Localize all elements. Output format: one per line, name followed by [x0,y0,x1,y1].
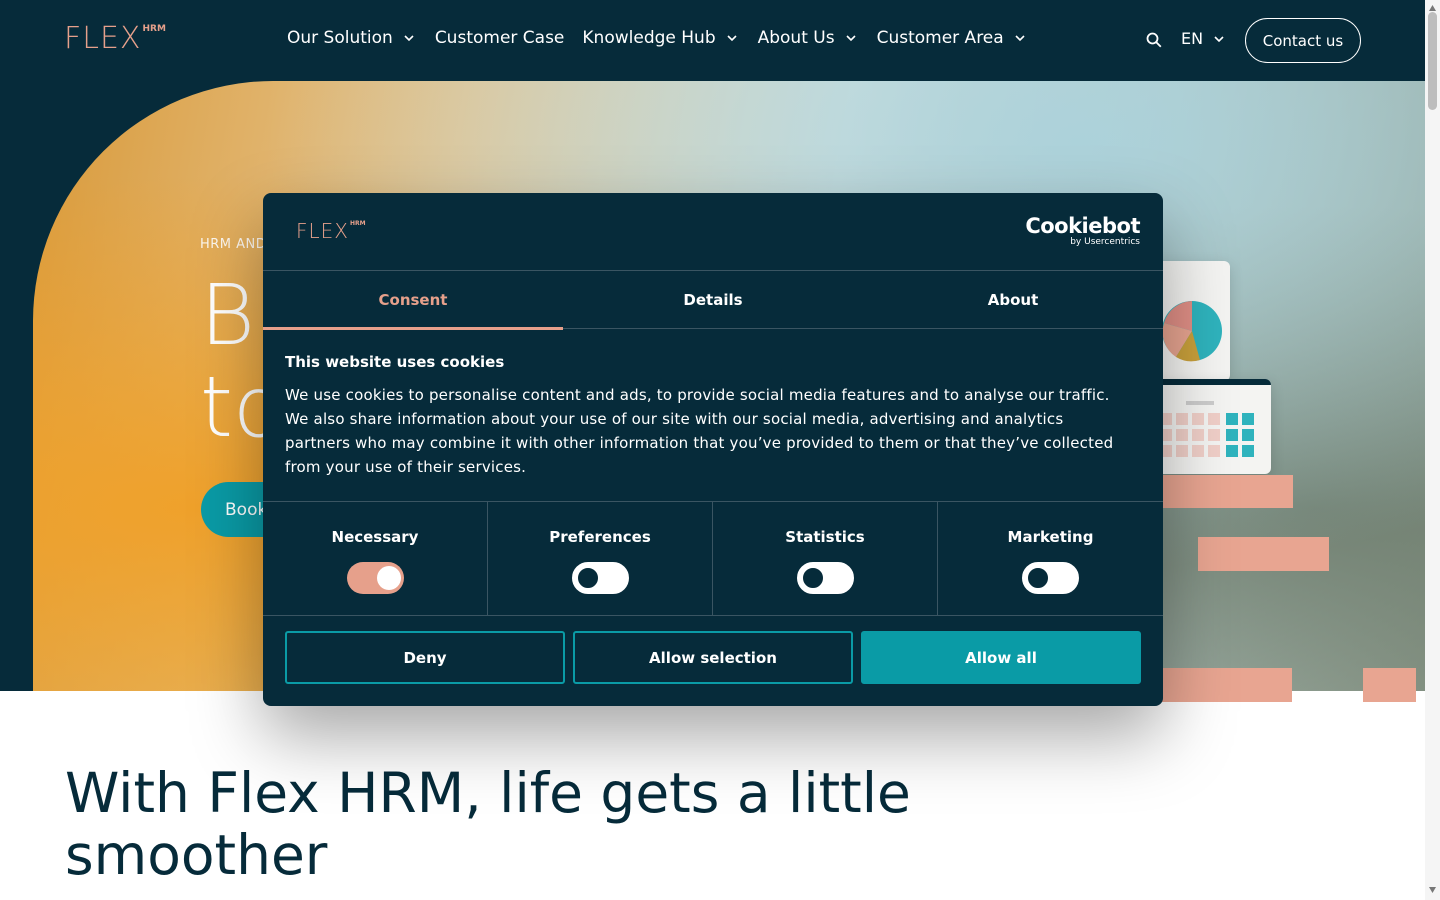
cookie-dialog-text: We use cookies to personalise content an… [285,386,1114,476]
nav-item-label: Customer Case [434,28,565,48]
cookie-consent-dialog: FLEX HRM Cookiebot by Usercentrics Conse… [263,193,1163,706]
nav-item-about-us[interactable]: About Us [758,28,859,48]
chevron-down-icon [727,35,737,42]
logo-superscript: HRM [142,24,166,34]
cookie-category-toggles: Necessary Preferences Statistics Marketi… [263,501,1163,616]
nav-item-label: Knowledge Hub [582,28,716,48]
nav-item-label: Our Solution [287,28,393,48]
cookiebot-subline: by Usercentrics [1070,237,1140,247]
category-necessary: Necessary [263,502,488,615]
toggle-knob [1026,566,1050,590]
nav-item-customer-area[interactable]: Customer Area [877,28,1028,48]
page-headline: With Flex HRM, life gets a little smooth… [65,761,911,887]
decorative-bar [1160,475,1293,508]
language-label: EN [1181,29,1204,48]
main-nav: Our Solution Customer Case Knowledge Hub… [287,28,1046,48]
category-label: Statistics [785,528,865,546]
cookiebot-wordmark: Cookiebot [1025,214,1140,238]
decorative-bar [1363,668,1416,702]
chevron-down-icon [1214,35,1224,42]
cookie-dialog-body: This website uses cookies We use cookies… [285,353,1115,479]
search-icon[interactable] [1145,31,1163,49]
allow-all-button[interactable]: Allow all [861,631,1141,684]
tab-details[interactable]: Details [563,271,863,329]
preferences-toggle[interactable] [571,562,629,594]
tab-about[interactable]: About [863,271,1163,329]
calendar-grid-illustration [1160,401,1254,457]
nav-item-customer-case[interactable]: Customer Case [435,28,565,48]
decorative-bar [1198,537,1329,571]
allow-selection-button[interactable]: Allow selection [573,631,853,684]
statistics-toggle[interactable] [796,562,854,594]
toggle-knob [800,566,825,590]
contact-us-button[interactable]: Contact us [1245,18,1361,63]
logo-text: FLEX [296,219,349,243]
scroll-down-arrow-icon[interactable] [1428,886,1437,894]
nav-item-knowledge-hub[interactable]: Knowledge Hub [582,28,739,48]
cookiebot-logo[interactable]: Cookiebot by Usercentrics [1025,215,1140,248]
toggle-knob [575,566,600,590]
nav-item-our-solution[interactable]: Our Solution [287,28,417,48]
category-preferences: Preferences [488,502,713,615]
chevron-down-icon [1015,35,1025,42]
flex-hrm-logo[interactable]: FLEX HRM [64,24,166,54]
category-label: Necessary [331,528,419,546]
logo-superscript: HRM [349,220,366,227]
deny-button[interactable]: Deny [285,631,565,684]
toggle-knob [376,566,401,590]
chevron-down-icon [404,35,414,42]
nav-item-label: Customer Area [876,28,1004,48]
scrollbar-thumb[interactable] [1428,12,1437,110]
cookie-dialog-header: FLEX HRM Cookiebot by Usercentrics [263,193,1163,271]
device-calendar-card [1150,379,1271,474]
tab-consent[interactable]: Consent [263,271,563,330]
hero-eyebrow: HRM AND [200,237,267,252]
language-selector[interactable]: EN [1181,29,1227,48]
decorative-bar [1160,668,1292,702]
category-label: Marketing [1007,528,1094,546]
category-marketing: Marketing [938,502,1163,615]
necessary-toggle[interactable] [346,562,404,594]
cookie-dialog-title: This website uses cookies [285,353,505,371]
page-scrollbar[interactable] [1425,0,1440,900]
scroll-up-arrow-icon[interactable] [1428,4,1437,12]
logo-text: FLEX [64,21,142,56]
nav-item-label: About Us [757,28,835,48]
cookie-dialog-actions: Deny Allow selection Allow all [285,631,1141,684]
category-statistics: Statistics [713,502,938,615]
chevron-down-icon [846,35,856,42]
top-navigation: FLEX HRM Our Solution Customer Case Know… [0,0,1425,81]
category-label: Preferences [549,528,651,546]
marketing-toggle[interactable] [1022,562,1079,594]
cookie-dialog-tabs: Consent Details About [263,271,1163,330]
flex-hrm-logo: FLEX HRM [296,220,366,242]
